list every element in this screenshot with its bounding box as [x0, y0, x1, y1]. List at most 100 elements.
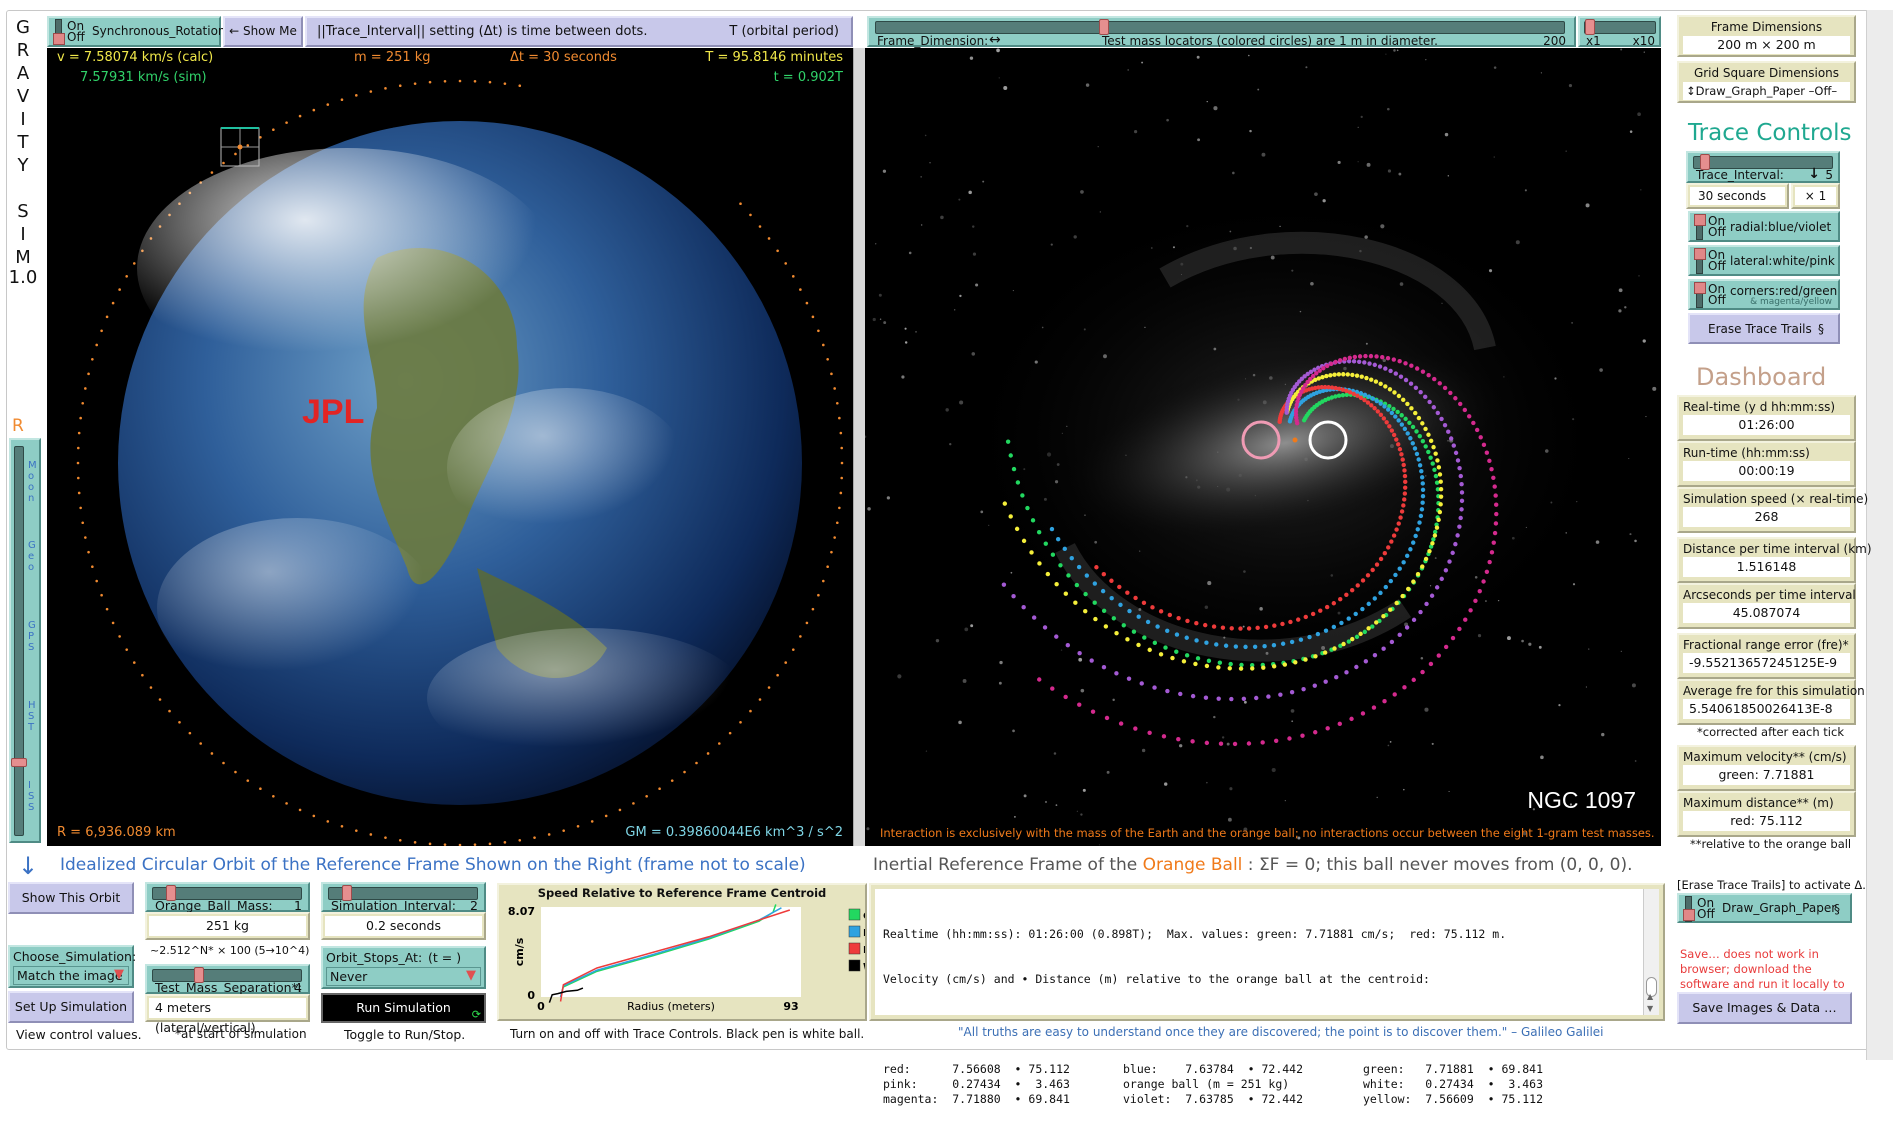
orbit-dot	[739, 202, 742, 205]
trace-switch[interactable]: On Off radial:blue/violet	[1688, 211, 1840, 242]
run-note: Toggle to Run/Stop.	[344, 1027, 466, 1042]
orbit-dot	[246, 779, 250, 782]
trail-dot	[1218, 741, 1224, 746]
orbit-dot	[77, 431, 81, 435]
legend-swatch-W	[848, 959, 861, 972]
slider-track[interactable]	[14, 446, 24, 836]
log-cell: orange ball (m = 251 kg)	[1123, 1077, 1290, 1091]
trail-dot	[1229, 626, 1234, 631]
test-mass-separation-slider[interactable]: Test_Mass_Separation*: 4	[145, 964, 310, 995]
trail-dot	[1457, 524, 1462, 529]
trail-dot	[1174, 649, 1179, 654]
slider-value: 200	[1543, 34, 1566, 48]
slider-handle[interactable]	[1099, 19, 1110, 35]
star	[1257, 88, 1260, 91]
trace-switch[interactable]: On Off corners:red/green & magenta/yello…	[1688, 279, 1840, 310]
star	[878, 293, 882, 297]
slider-track[interactable]	[875, 21, 1565, 34]
trail-dot	[1428, 661, 1434, 667]
trail-dot	[1450, 635, 1456, 641]
trail-dot	[1255, 625, 1260, 631]
synchronous-rotation-switch[interactable]: On Off Synchronous_Rotation	[47, 16, 226, 47]
show-this-orbit-button[interactable]: Show This Orbit	[8, 882, 134, 914]
draw-graph-paper-switch[interactable]: On Off Draw_Graph_Paper §	[1677, 893, 1852, 923]
trail-dot	[1407, 420, 1412, 425]
star	[1540, 755, 1544, 760]
trace-switch[interactable]: On Off lateral:white/pink	[1688, 245, 1840, 276]
orbit-dot	[81, 401, 85, 405]
orbit-dot	[100, 593, 103, 597]
show-me-button[interactable]: ← Show Me	[223, 16, 303, 47]
legend-label-G: G	[863, 911, 865, 922]
orbit-dot	[805, 621, 809, 625]
slider-handle[interactable]	[1585, 19, 1596, 35]
orbit-dot	[398, 84, 402, 88]
simulation-interval-slider[interactable]: Simulation_Interval: 2	[321, 882, 486, 913]
save-images-data-button[interactable]: Save Images & Data …	[1677, 992, 1852, 1024]
trail-dot	[1370, 396, 1376, 401]
trail-dot	[1194, 621, 1199, 626]
trail-dot	[1448, 436, 1454, 441]
orbit-dot	[822, 579, 825, 583]
trail-dot	[1396, 521, 1401, 526]
orbit-dot	[840, 476, 844, 480]
trail-dot	[1437, 381, 1442, 386]
orange-ball-mass-slider[interactable]: Orange_Ball_Mass: 1	[145, 882, 310, 913]
dropdown-triangle-icon: ▼	[114, 967, 124, 982]
orbit-stops-at-chooser[interactable]: Orbit_Stops_At: (t = ) Never ▼	[321, 946, 486, 989]
trail-dot	[1083, 608, 1088, 614]
star	[1634, 760, 1637, 762]
trail-dot	[1074, 582, 1080, 588]
x-tick-min: 0	[537, 1000, 545, 1013]
choose-simulation-chooser[interactable]: Choose_Simulation: Match the image ▼	[8, 945, 136, 988]
slider-value: 2	[470, 898, 478, 913]
orbit-radius-slider[interactable]: MoonGeoGPSHSTISS	[9, 438, 41, 843]
chooser-select[interactable]: Never ▼	[326, 967, 481, 986]
trail-dot	[1229, 696, 1234, 702]
star	[1073, 235, 1077, 239]
star	[1387, 744, 1390, 747]
section-symbol-icon: §	[1818, 322, 1824, 336]
x-tick-max: 93	[783, 1000, 798, 1013]
run-simulation-button[interactable]: Run Simulation ⟳	[321, 993, 486, 1023]
title-letter: T	[17, 132, 29, 153]
trail-dot	[1414, 429, 1419, 434]
chooser-select[interactable]: Match the image ▼	[13, 966, 129, 985]
trail-dot	[1447, 559, 1452, 564]
trail-dot	[1401, 462, 1406, 468]
dashboard-monitor: Maximum distance** (m) red: 75.112	[1677, 791, 1856, 837]
scroll-down-icon[interactable]: ▼	[1647, 1004, 1653, 1013]
trail-dot	[1396, 393, 1402, 399]
star	[1506, 636, 1511, 641]
trail-dot	[1185, 618, 1190, 624]
orbit-dot	[767, 237, 771, 240]
trail-dot	[1459, 498, 1465, 504]
orbit-dot	[210, 171, 214, 174]
reference-frame-view[interactable]: NGC 1097 Interaction is exclusively with…	[865, 48, 1661, 846]
erase-trace-trails-button[interactable]: Erase Trace Trails §	[1688, 313, 1840, 344]
star	[867, 507, 871, 511]
earth-orbit-view[interactable]: JPL v = 7.58074 km/s (calc) 7.57931 km/s…	[47, 48, 853, 846]
legend-swatch-G	[848, 908, 861, 921]
star	[1493, 66, 1497, 69]
output-scrollbar[interactable]: ▲ ▼	[1643, 889, 1659, 1015]
trace-interval-slider[interactable]: Trace_Interval: ↓ 5	[1686, 151, 1840, 183]
trail-dot	[1050, 552, 1056, 557]
orbit-dot	[369, 90, 373, 93]
scroll-up-icon[interactable]: ▲	[1647, 992, 1653, 1001]
output-area[interactable]: Realtime (hh:mm:ss): 01:26:00 (0.898T); …	[875, 889, 1659, 1106]
frame-dimension-slider[interactable]: Frame_Dimension: ↔ Test mass locators (c…	[867, 16, 1576, 48]
zoom-multiplier-slider[interactable]: x1 x10	[1578, 16, 1661, 48]
trail-dot	[1238, 666, 1244, 671]
orbit-dot	[95, 343, 98, 347]
trail-dot	[1363, 353, 1368, 359]
trail-dot	[1333, 394, 1338, 399]
orbit-dot	[326, 820, 330, 823]
star	[1645, 416, 1647, 418]
star	[1196, 55, 1200, 59]
window-scrollbar[interactable]	[1866, 10, 1893, 1060]
slider-handle[interactable]	[11, 757, 27, 767]
set-up-simulation-button[interactable]: Set Up Simulation	[8, 991, 134, 1023]
trail-dot	[1420, 369, 1426, 374]
orbit-dot	[199, 742, 202, 745]
